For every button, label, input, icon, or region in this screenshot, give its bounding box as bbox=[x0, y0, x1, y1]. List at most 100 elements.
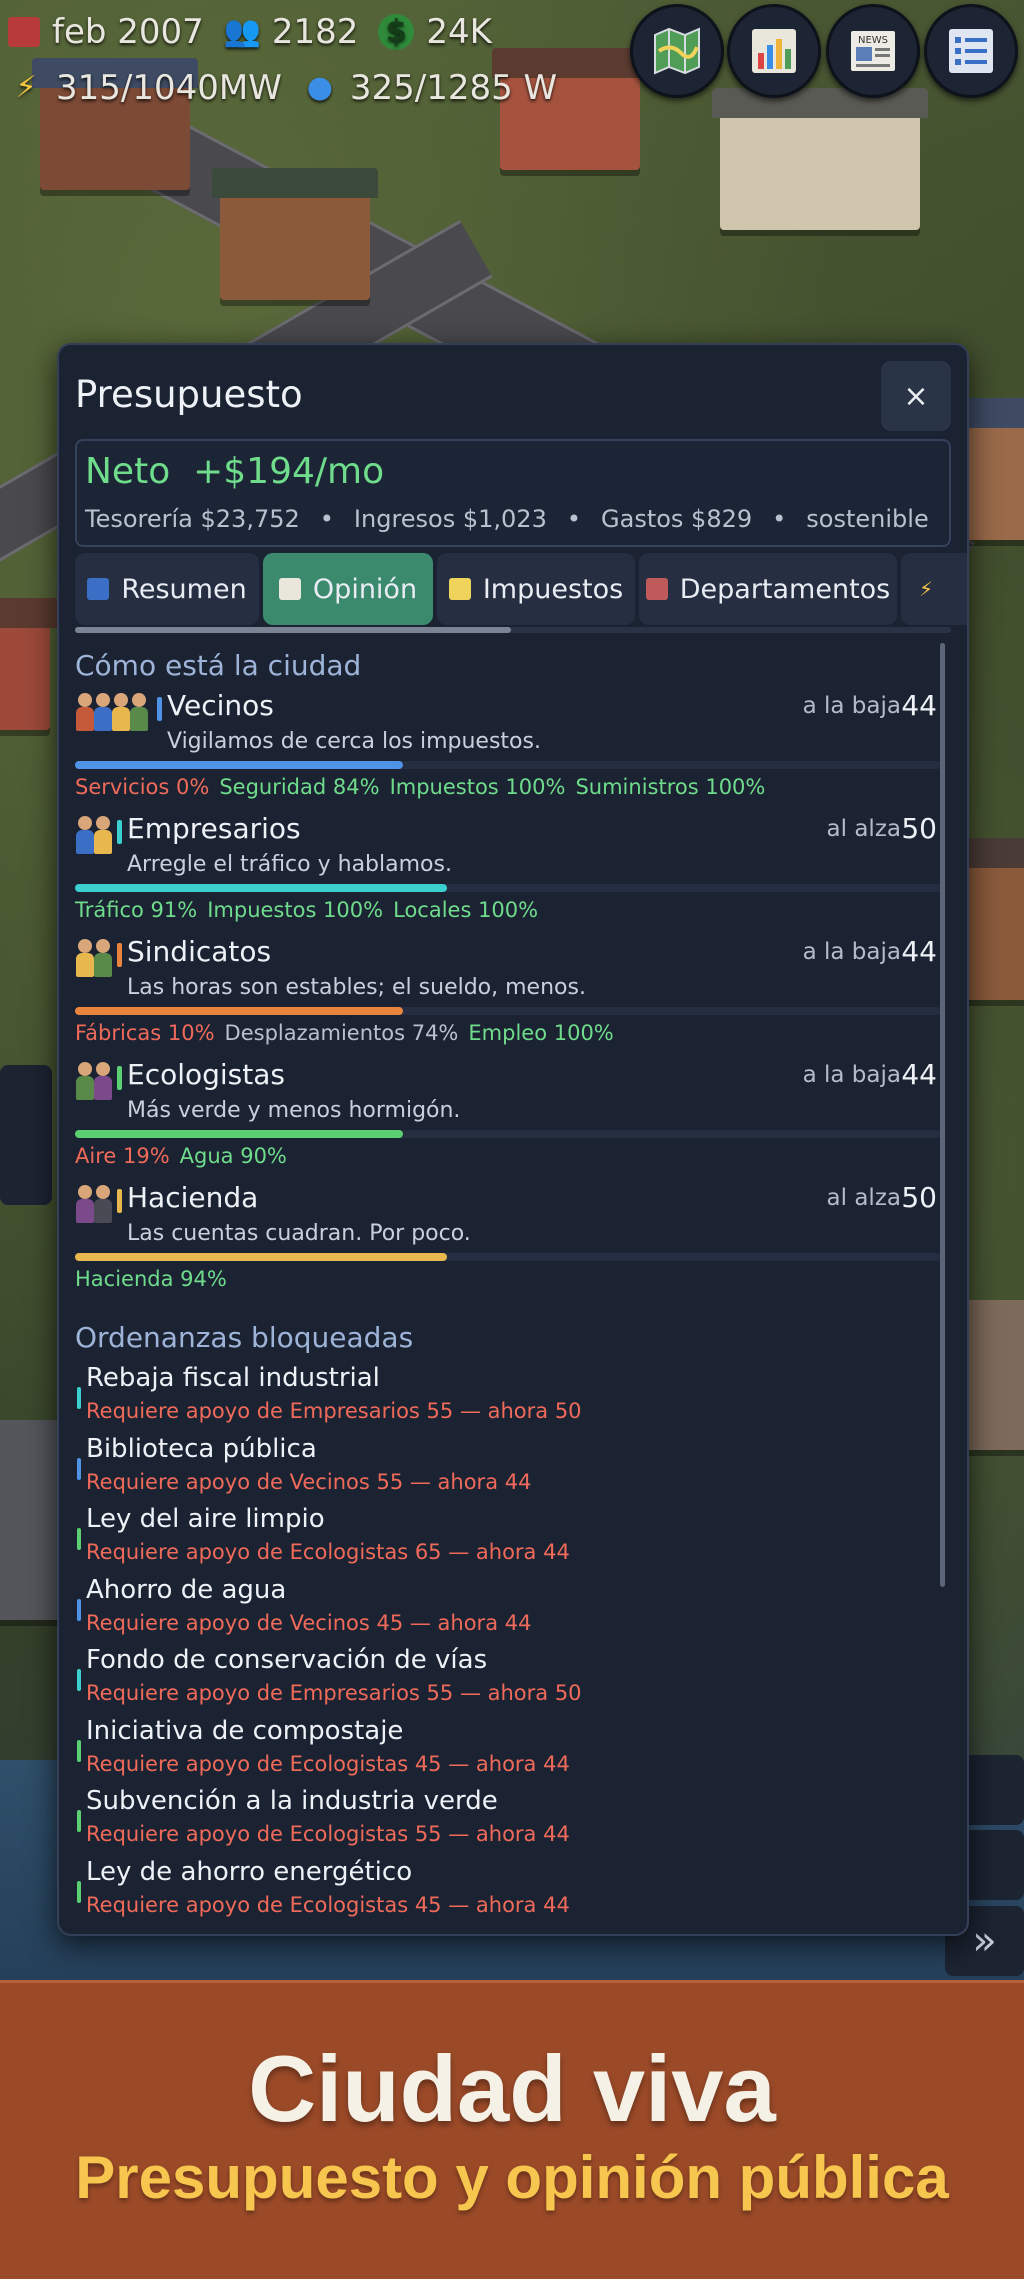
factory bbox=[0, 1420, 60, 1620]
approval-bar-fill bbox=[75, 761, 403, 769]
opinion-group-hacienda[interactable]: Hacienda Las cuentas cuadran. Por poco. al… bbox=[75, 1181, 943, 1306]
news-button[interactable]: NEWS bbox=[826, 4, 920, 98]
side-panel-stub[interactable] bbox=[0, 1065, 52, 1205]
factor-label: Agua 90% bbox=[179, 1144, 287, 1168]
pause-button[interactable] bbox=[962, 1755, 1024, 1825]
content-scrollbar[interactable] bbox=[940, 643, 945, 1587]
opinion-group-empresarios[interactable]: Empresarios Arregle el tráfico y hablamos… bbox=[75, 812, 943, 937]
approval-bar-fill bbox=[75, 1130, 403, 1138]
ordinance-requirement: Requiere apoyo de Vecinos 45 — ahora 44 bbox=[86, 1610, 532, 1635]
group-quote: Más verde y menos hormigón. bbox=[127, 1098, 461, 1123]
factor-label: Fábricas 10% bbox=[75, 1021, 215, 1045]
group-trend: a la baja bbox=[802, 939, 901, 965]
group-score: 44 bbox=[901, 935, 937, 968]
net-line: Neto +$194/mo bbox=[85, 451, 384, 492]
hud-population: 👥 2182 bbox=[224, 12, 359, 52]
tax-document-icon bbox=[448, 578, 471, 600]
group-factors: Servicios 0% Seguridad 84% Impuestos 100% S… bbox=[75, 775, 775, 799]
ordinance-item[interactable]: Iniciativa de compostaje Requiere apoyo d… bbox=[75, 1716, 943, 1786]
ordinance-name: Subvención a la industria verde bbox=[86, 1786, 498, 1816]
hud-bottom-row: ⚡ 315/1040MW ● 325/1285 W bbox=[8, 68, 577, 108]
opinion-heading: Cómo está la ciudad bbox=[75, 649, 362, 682]
water-drop-icon: ● bbox=[306, 70, 333, 105]
approval-bar bbox=[75, 884, 941, 892]
promo-banner: Ciudad viva Presupuesto y opinión públic… bbox=[0, 1980, 1024, 2279]
group-score: 50 bbox=[901, 1181, 937, 1214]
factor-label: Empleo 100% bbox=[468, 1021, 614, 1045]
group-avatar bbox=[75, 1060, 113, 1104]
ordinance-color-marker bbox=[77, 1387, 81, 1409]
house bbox=[0, 598, 58, 730]
ordinance-name: Ley de ahorro energético bbox=[86, 1856, 413, 1887]
money-value: 24K bbox=[426, 12, 492, 52]
close-icon: × bbox=[903, 378, 929, 414]
opinion-group-sindicatos[interactable]: Sindicatos Las horas son estables; el sue… bbox=[75, 935, 943, 1060]
dollar-icon: $ bbox=[378, 14, 415, 50]
ordinance-color-marker bbox=[77, 1669, 81, 1691]
group-color-marker bbox=[117, 1189, 122, 1213]
bar-chart-icon bbox=[752, 29, 796, 73]
group-factors: Tráfico 91% Impuestos 100% Locales 100% bbox=[75, 898, 548, 922]
factor-label: Desplazamientos 74% bbox=[224, 1021, 459, 1045]
group-trend: a la baja bbox=[802, 693, 901, 719]
tab-label: Resumen bbox=[121, 573, 247, 605]
factor-label: Tráfico 91% bbox=[75, 898, 198, 922]
separator-dot: • bbox=[566, 505, 582, 533]
power-value: 315/1040MW bbox=[56, 68, 282, 108]
ordinance-requirement: Requiere apoyo de Ecologistas 55 — ahora… bbox=[86, 1822, 570, 1846]
opinion-content[interactable]: Cómo está la ciudad Vecinos Vigilamos de … bbox=[75, 641, 951, 1931]
ordinance-item[interactable]: Biblioteca pública Requiere apoyo de Veci… bbox=[75, 1434, 943, 1504]
factor-label: Seguridad 84% bbox=[219, 775, 380, 799]
person-icon bbox=[93, 1060, 113, 1102]
net-summary: Neto +$194/mo Tesorería $23,752 • Ingresos… bbox=[75, 439, 951, 547]
lightning-icon: ⚡ bbox=[15, 70, 37, 105]
people-icon: 👥 bbox=[223, 14, 262, 49]
group-trend: al alza bbox=[826, 1185, 901, 1211]
ordinance-item[interactable]: Subvención a la industria verde Requiere … bbox=[75, 1786, 943, 1856]
person-icon bbox=[75, 1060, 95, 1102]
group-trend: a la baja bbox=[802, 1062, 901, 1088]
ordinance-name: Biblioteca pública bbox=[86, 1433, 317, 1464]
tab-resumen[interactable]: Resumen bbox=[75, 553, 259, 625]
person-icon bbox=[129, 691, 149, 733]
hud-money: $ 24K bbox=[378, 12, 492, 52]
group-score: 44 bbox=[901, 1058, 937, 1091]
net-value: +$194/mo bbox=[193, 451, 385, 492]
tab-impuestos[interactable]: Impuestos bbox=[437, 553, 635, 625]
tab-scrollbar[interactable] bbox=[75, 627, 951, 633]
ordinance-item[interactable]: Fondo de conservación de vías Requiere ap… bbox=[75, 1645, 943, 1715]
ordinance-requirement: Requiere apoyo de Empresarios 55 — ahora… bbox=[86, 1399, 582, 1423]
ordinance-item[interactable]: Ley de ahorro energético Requiere apoyo d… bbox=[75, 1857, 943, 1927]
group-name: Ecologistas bbox=[127, 1058, 285, 1091]
tab-opinion[interactable]: Opinión bbox=[263, 553, 433, 625]
ordinance-name: Fondo de conservación de vías bbox=[86, 1645, 488, 1675]
group-factors: Hacienda 94% bbox=[75, 1267, 237, 1291]
group-name: Sindicatos bbox=[127, 935, 272, 968]
tab-departamentos[interactable]: Departamentos bbox=[639, 553, 897, 625]
approval-bar bbox=[75, 1007, 941, 1015]
tab-scrollbar-thumb[interactable] bbox=[75, 627, 511, 633]
ordinance-requirement: Requiere apoyo de Ecologistas 45 — ahora… bbox=[86, 1892, 570, 1917]
ordinance-color-marker bbox=[77, 1528, 81, 1550]
tab-label: Opinión bbox=[312, 573, 418, 605]
house bbox=[212, 168, 378, 300]
ordinance-item[interactable]: Ley del aire limpio Requiere apoyo de Eco… bbox=[75, 1504, 943, 1574]
stats-button[interactable] bbox=[727, 4, 821, 98]
close-button[interactable]: × bbox=[881, 361, 951, 431]
group-avatar bbox=[75, 1183, 112, 1227]
group-avatar bbox=[75, 814, 112, 858]
hud-power: ⚡ 315/1040MW bbox=[8, 68, 282, 108]
factor-label: Suministros 100% bbox=[575, 775, 766, 799]
map-button[interactable] bbox=[630, 4, 724, 98]
ordinance-name: Ahorro de agua bbox=[86, 1574, 287, 1605]
ordinance-item[interactable]: Rebaja fiscal industrial Requiere apoyo d… bbox=[75, 1363, 943, 1433]
menu-button[interactable] bbox=[924, 4, 1018, 98]
opinion-group-ecologistas[interactable]: Ecologistas Más verde y menos hormigón. a … bbox=[75, 1058, 943, 1183]
tab-utilities[interactable]: ⚡ bbox=[901, 553, 967, 625]
opinion-group-vecinos[interactable]: Vecinos Vigilamos de cerca los impuestos.… bbox=[75, 689, 943, 814]
person-icon bbox=[75, 691, 95, 733]
group-factors: Fábricas 10% Desplazamientos 74% Empleo 10… bbox=[75, 1021, 624, 1045]
person-icon bbox=[93, 937, 113, 979]
ordinance-item[interactable]: Ahorro de agua Requiere apoyo de Vecinos … bbox=[75, 1575, 943, 1645]
group-quote: Vigilamos de cerca los impuestos. bbox=[167, 729, 541, 754]
